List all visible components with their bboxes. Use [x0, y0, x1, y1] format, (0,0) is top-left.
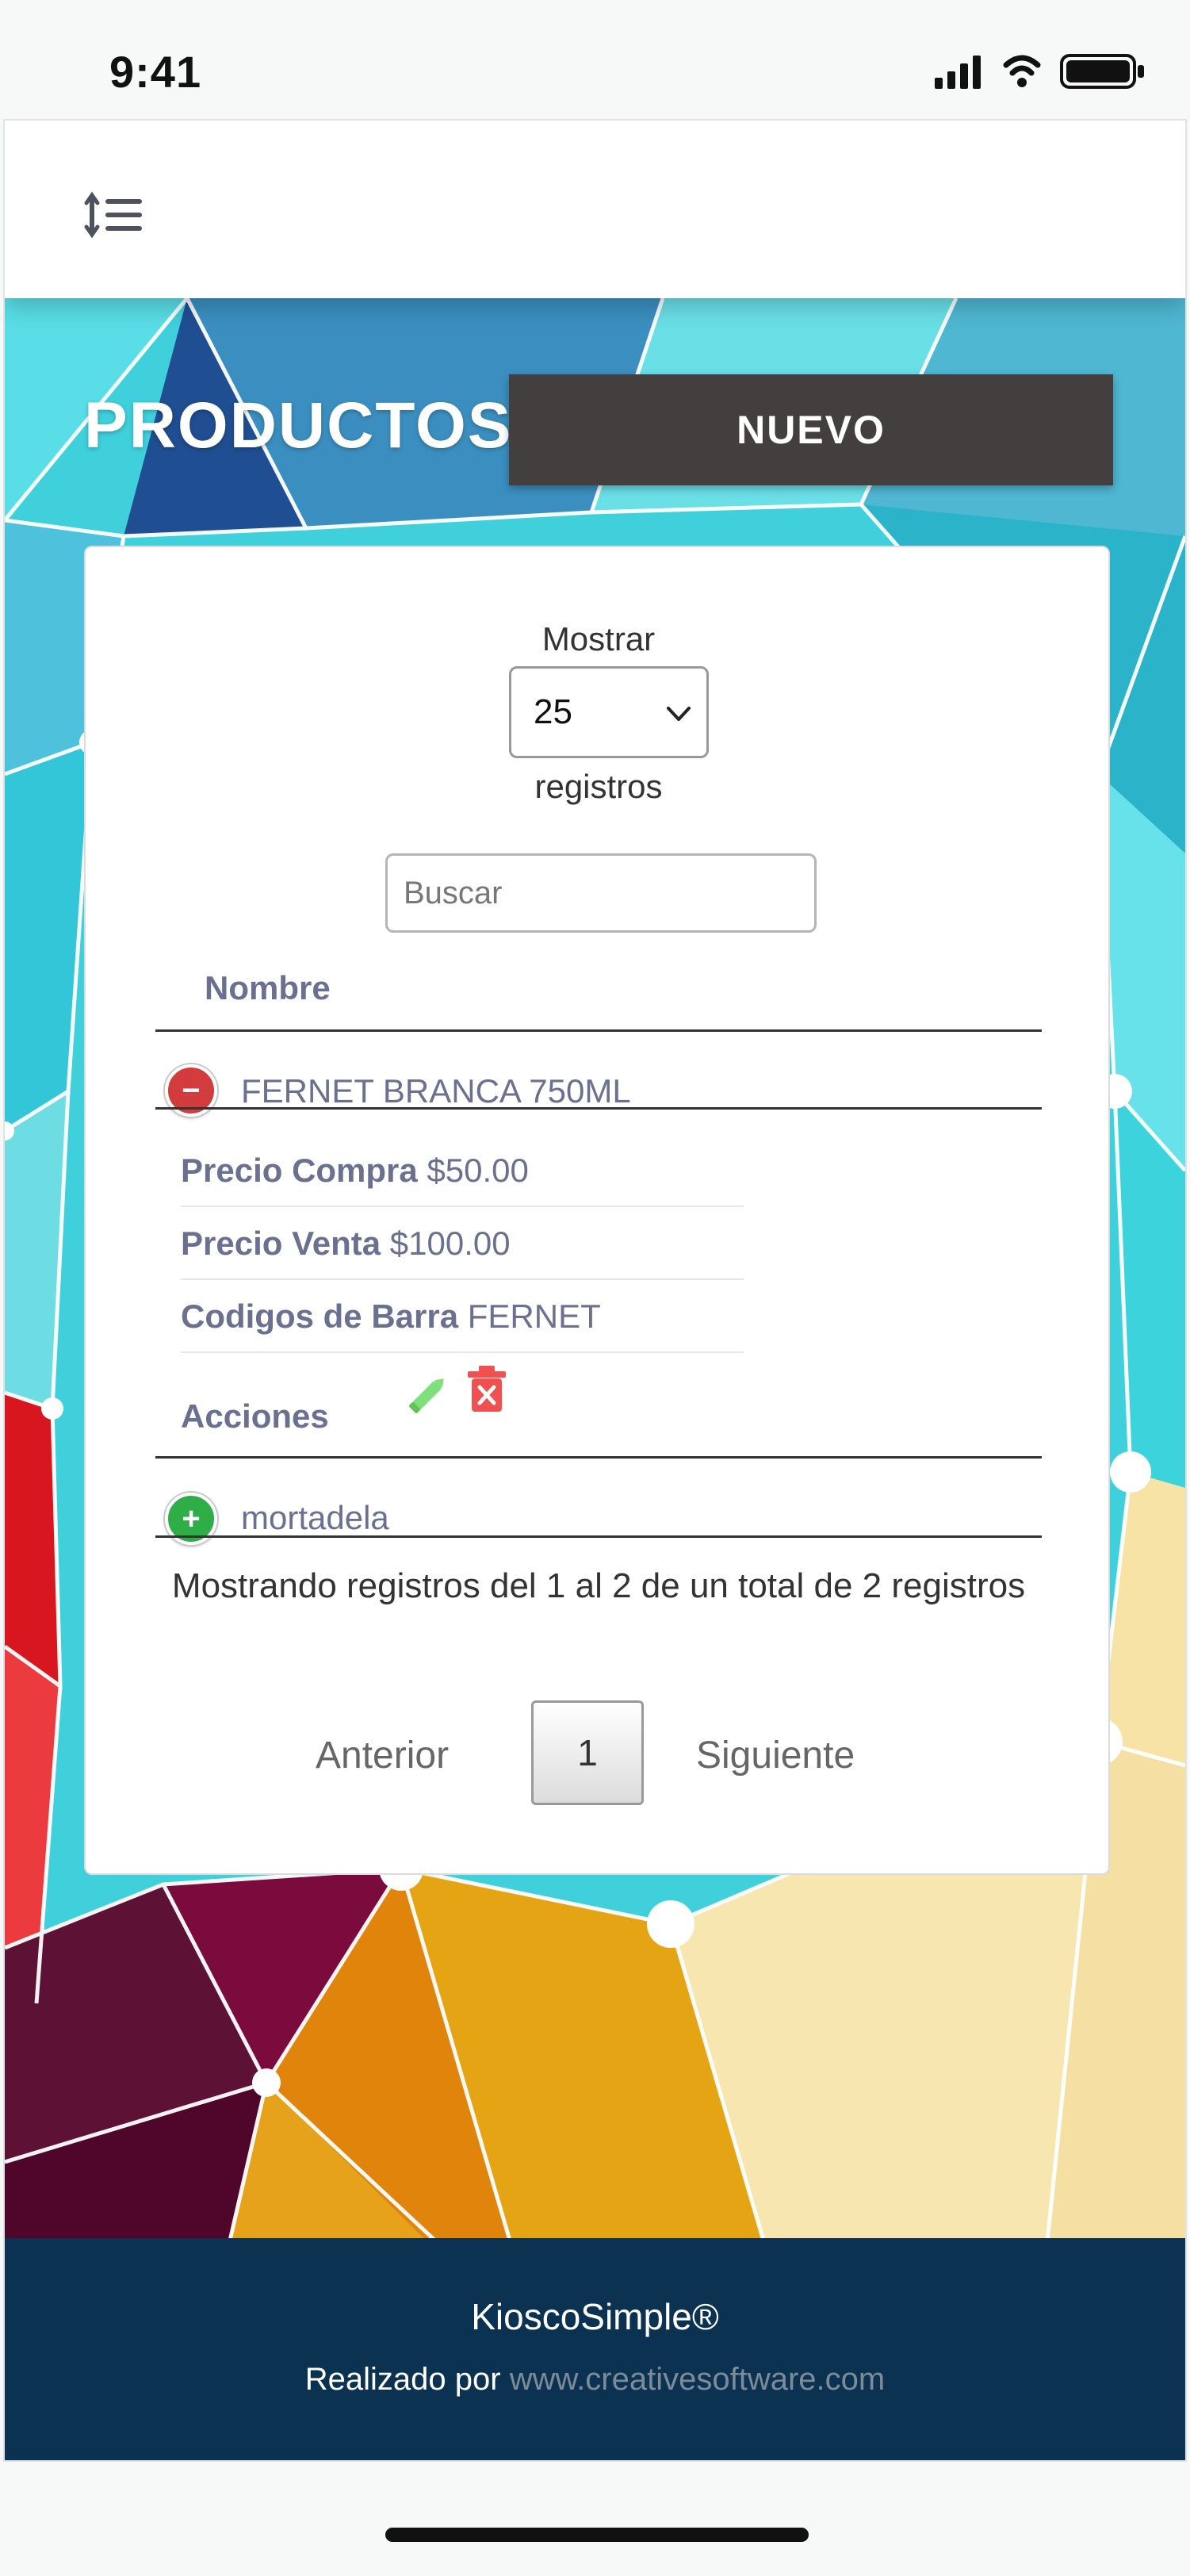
sort-list-icon[interactable]	[84, 187, 147, 244]
top-header	[5, 121, 1185, 298]
detail-value: FERNET	[467, 1298, 601, 1335]
detail-value: $50.00	[427, 1152, 529, 1189]
search-input[interactable]	[385, 853, 817, 933]
pagination-previous[interactable]: Anterior	[316, 1734, 449, 1777]
detail-value: $100.00	[389, 1225, 511, 1262]
row-divider	[155, 1107, 1042, 1110]
footer-brand: KioscoSimple®	[471, 2296, 719, 2337]
menu-toggle-glyph	[84, 191, 142, 239]
detail-sale-price: Precio Venta $100.00	[181, 1225, 511, 1263]
footer-credit: Realizado por www.creativesoftware.com	[5, 2362, 1185, 2398]
detail-barcodes: Codigos de Barra FERNET	[181, 1298, 601, 1336]
show-label: Mostrar	[541, 620, 656, 657]
signal-wifi-battery-icon	[935, 54, 1144, 89]
pagination-current-page[interactable]: 1	[531, 1700, 644, 1805]
footer-credit-link[interactable]: www.creativesoftware.com	[510, 2362, 885, 2397]
detail-label: Precio Venta	[181, 1225, 381, 1262]
row-divider	[155, 1456, 1042, 1459]
page-size-value: 25	[534, 692, 572, 731]
page-size-select[interactable]: 25	[509, 666, 709, 758]
detail-actions: Acciones	[181, 1397, 329, 1436]
records-label: registros	[534, 768, 663, 805]
product-name: mortadela	[241, 1499, 389, 1536]
chevron-down-icon	[667, 707, 691, 721]
pencil-glyph	[409, 1378, 444, 1413]
detail-label: Precio Compra	[181, 1152, 418, 1189]
pagination-next[interactable]: Siguiente	[696, 1734, 855, 1777]
app-frame: PRODUCTOS NUEVO Mostrar 25 registros Nom…	[3, 119, 1187, 2462]
row-divider	[155, 1535, 1042, 1538]
footer: KioscoSimple® Realizado por www.creative…	[5, 2238, 1185, 2460]
page-title: PRODUCTOS	[84, 389, 513, 462]
detail-purchase-price: Precio Compra $50.00	[181, 1152, 529, 1190]
trash-glyph	[468, 1366, 506, 1412]
detail-separator	[181, 1351, 744, 1353]
status-icons	[933, 52, 1147, 89]
detail-separator	[181, 1278, 744, 1280]
detail-label: Acciones	[181, 1397, 329, 1435]
products-card: Mostrar 25 registros Nombre − FERNET BRA…	[84, 546, 1110, 1875]
status-bar: 9:41	[0, 0, 1190, 119]
footer-credit-prefix: Realizado por	[304, 2362, 501, 2397]
table-header-divider	[155, 1029, 1042, 1032]
home-indicator[interactable]	[385, 2528, 809, 2542]
trash-delete-icon[interactable]	[466, 1364, 507, 1415]
product-name: FERNET BRANCA 750ML	[241, 1072, 631, 1110]
detail-label: Codigos de Barra	[181, 1298, 459, 1335]
pencil-edit-icon[interactable]	[403, 1369, 453, 1420]
column-header-nombre[interactable]: Nombre	[205, 969, 331, 1007]
new-product-button[interactable]: NUEVO	[509, 374, 1113, 485]
detail-separator	[181, 1206, 744, 1207]
table-info: Mostrando registros del 1 al 2 de un tot…	[171, 1566, 1026, 1605]
status-time: 9:41	[109, 47, 202, 97]
